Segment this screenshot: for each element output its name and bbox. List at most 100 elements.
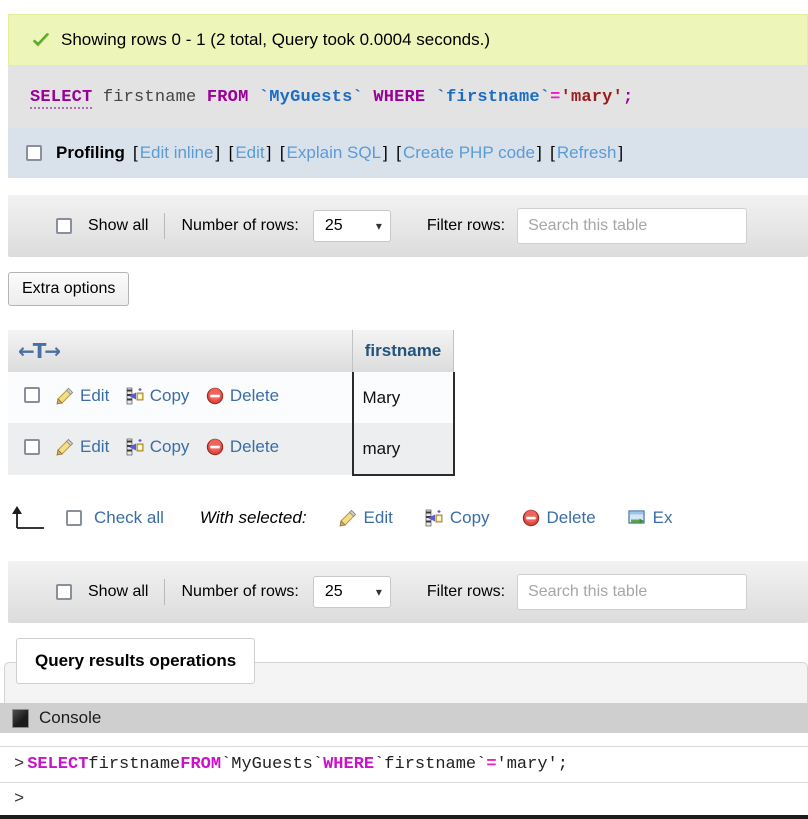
- number-of-rows-label: Number of rows:: [181, 217, 299, 234]
- link-create-php-code[interactable]: Create PHP code: [403, 143, 535, 162]
- row-actions-cell: Edit Copy Delete: [56, 423, 353, 475]
- bracket-close: ]: [536, 143, 542, 162]
- check-all-label[interactable]: Check all: [94, 508, 164, 528]
- row-edit-label: Edit: [80, 385, 110, 405]
- console-value: 'mary';: [496, 755, 568, 774]
- query-results-table: ←T→ firstname Edit Copy Delete Mary Edit…: [8, 330, 455, 476]
- pencil-icon: [339, 509, 357, 527]
- sql-keyword-where: WHERE: [373, 87, 426, 107]
- with-selected-export-link[interactable]: Ex: [628, 508, 673, 528]
- show-all-checkbox[interactable]: [56, 218, 72, 234]
- console-prompt: >: [14, 755, 25, 774]
- row-edit-link[interactable]: Edit: [56, 437, 109, 457]
- extra-options-button[interactable]: Extra options: [8, 272, 130, 306]
- pencil-icon: [56, 438, 74, 456]
- success-message: Showing rows 0 - 1 (2 total, Query took …: [61, 30, 491, 49]
- delete-circle-icon: [206, 438, 224, 456]
- query-success-banner: Showing rows 0 - 1 (2 total, Query took …: [8, 14, 808, 66]
- number-of-rows-select[interactable]: 25 ▾: [312, 210, 391, 242]
- console-history-entry[interactable]: > SELECT firstname FROM `MyGuests` WHERE …: [0, 746, 808, 782]
- link-edit-inline[interactable]: Edit inline: [140, 143, 214, 162]
- link-edit[interactable]: Edit: [235, 143, 264, 162]
- console-input-line[interactable]: >: [0, 782, 808, 815]
- bracket-open: [: [279, 143, 285, 162]
- console-keyword-select: SELECT: [27, 755, 89, 774]
- check-all-checkbox[interactable]: [66, 510, 82, 526]
- filter-rows-label: Filter rows:: [426, 583, 506, 600]
- row-checkbox-cell: [8, 423, 56, 475]
- sort-left-right-icon[interactable]: ←T→: [18, 339, 61, 363]
- console-footer-bar: [0, 815, 808, 819]
- bracket-close: ]: [618, 143, 624, 162]
- arrow-up-left-icon: [8, 504, 52, 532]
- rows-control-bar-bottom: Show all Number of rows: 25 ▾ Filter row…: [8, 561, 808, 623]
- bracket-open: [: [550, 143, 555, 162]
- sort-controls-header: ←T→: [8, 330, 353, 372]
- bracket-open: [: [396, 143, 401, 162]
- green-check-icon: [31, 31, 51, 51]
- sql-where-column: `firstname`: [435, 87, 551, 107]
- row-delete-link[interactable]: Delete: [206, 386, 279, 406]
- row-delete-label: Delete: [229, 437, 280, 456]
- show-all-label[interactable]: Show all: [88, 583, 148, 601]
- with-selected-delete-link[interactable]: Delete: [522, 508, 596, 528]
- profiling-bar: Profiling [Edit inline] [Edit] [Explain …: [8, 128, 808, 178]
- filter-rows-input[interactable]: Search this table: [517, 574, 748, 610]
- sql-query-text: SELECT firstname FROM `MyGuests` WHERE `…: [30, 87, 634, 109]
- show-all-label[interactable]: Show all: [88, 217, 148, 235]
- cell-firstname: mary: [351, 423, 455, 476]
- row-delete-link[interactable]: Delete: [206, 437, 279, 457]
- show-all-checkbox[interactable]: [56, 584, 72, 600]
- sql-keyword-from: FROM: [206, 87, 249, 107]
- console-operator: =: [486, 755, 497, 774]
- bracket-close: ]: [215, 143, 221, 162]
- with-selected-copy-link[interactable]: Copy: [425, 508, 490, 528]
- link-explain-sql[interactable]: Explain SQL: [287, 143, 382, 162]
- table-header-row: ←T→ firstname: [8, 330, 454, 372]
- row-copy-link[interactable]: Copy: [126, 437, 189, 457]
- console-keyword-where: WHERE: [323, 755, 375, 774]
- column-header-firstname[interactable]: firstname: [352, 330, 454, 372]
- phpmyadmin-query-results-page: Showing rows 0 - 1 (2 total, Query took …: [0, 0, 808, 819]
- console-body: > SELECT firstname FROM `MyGuests` WHERE …: [0, 733, 808, 815]
- bracket-close: ]: [266, 143, 272, 162]
- filter-rows-label: Filter rows:: [426, 217, 506, 234]
- sql-keyword-select[interactable]: SELECT: [30, 87, 93, 109]
- console-toggle-bar[interactable]: Console: [0, 703, 808, 733]
- delete-circle-icon: [522, 509, 540, 527]
- export-icon: [628, 509, 646, 527]
- divider: [164, 213, 166, 239]
- with-selected-label: With selected:: [199, 508, 307, 527]
- sql-query-box[interactable]: SELECT firstname FROM `MyGuests` WHERE `…: [8, 66, 808, 128]
- row-edit-label: Edit: [80, 437, 110, 456]
- number-of-rows-select[interactable]: 25 ▾: [312, 576, 391, 608]
- copy-icon: [425, 509, 443, 527]
- sql-value: 'mary': [560, 87, 623, 107]
- table-row: Edit: [8, 423, 455, 476]
- table-head: ←T→ firstname: [8, 330, 454, 372]
- copy-icon: [126, 438, 144, 456]
- console-label: Console: [39, 708, 102, 727]
- with-selected-bar: Check all With selected: Edit Copy Delet…: [8, 497, 808, 539]
- with-selected-edit-link[interactable]: Edit: [339, 508, 393, 528]
- row-edit-link[interactable]: Edit: [56, 386, 109, 406]
- bracket-close: ]: [383, 143, 388, 162]
- link-refresh[interactable]: Refresh: [557, 143, 617, 162]
- bracket-open: [: [132, 143, 138, 162]
- copy-icon: [126, 387, 144, 405]
- profiling-links: [Edit inline] [Edit] [Explain SQL] [Crea…: [131, 143, 625, 163]
- bracket-open: [: [228, 143, 234, 162]
- row-copy-link[interactable]: Copy: [126, 386, 189, 406]
- number-of-rows-value: 25: [324, 583, 343, 600]
- query-results-operations-tab[interactable]: Query results operations: [16, 638, 256, 684]
- sql-terminator: ;: [622, 87, 634, 107]
- delete-circle-icon: [206, 387, 224, 405]
- console-previous-entry-clipped: [26, 733, 786, 742]
- filter-rows-input[interactable]: Search this table: [517, 208, 748, 244]
- sql-column-name: firstname: [102, 87, 197, 107]
- profiling-checkbox[interactable]: [26, 145, 42, 161]
- row-checkbox[interactable]: [24, 438, 40, 455]
- profiling-label: Profiling: [56, 143, 125, 162]
- pencil-icon: [56, 387, 74, 405]
- row-checkbox[interactable]: [24, 387, 40, 403]
